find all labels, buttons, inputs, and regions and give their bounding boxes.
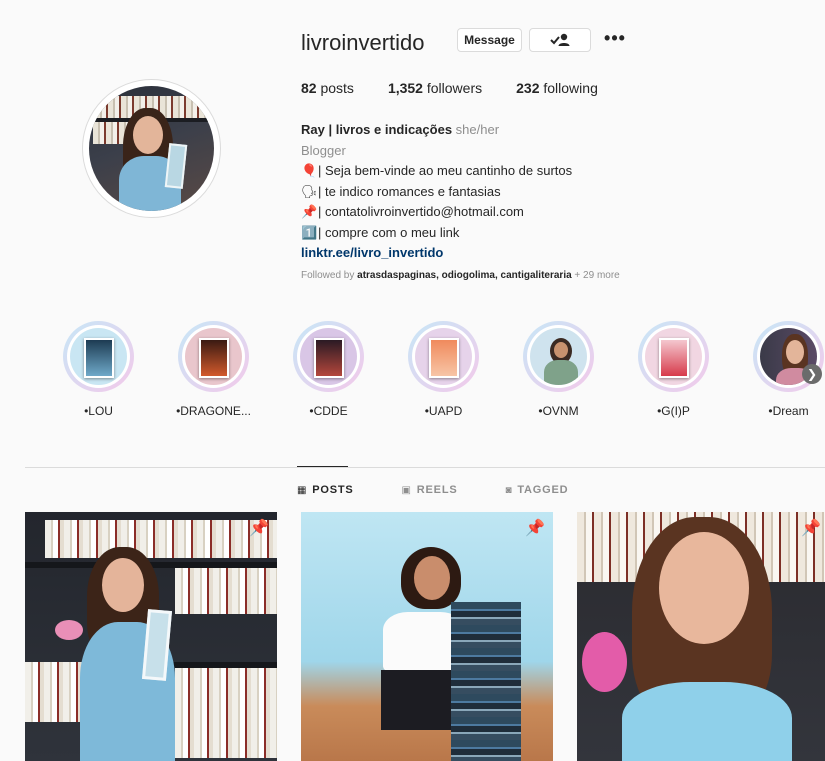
highlight-cover — [415, 328, 472, 385]
following-button[interactable] — [529, 28, 591, 52]
highlight-label: •LOU — [84, 404, 113, 418]
posts-stat: 82 posts — [301, 80, 354, 96]
pushpin-icon: 📌 — [301, 204, 318, 219]
highlight-label: •DRAGONE... — [176, 404, 251, 418]
tab-tagged[interactable]: ◙ TAGGED — [505, 484, 568, 496]
highlight-label: •OVNM — [538, 404, 579, 418]
chevron-right-icon[interactable]: ❯ — [802, 364, 822, 384]
keycap-one-icon: 1️⃣ — [301, 224, 318, 240]
followers-stat[interactable]: 1,352 followers — [388, 80, 482, 96]
pin-icon: 📌 — [801, 520, 821, 537]
pin-icon: 📌 — [249, 520, 269, 537]
highlight-cover — [645, 328, 702, 385]
active-tab-indicator — [297, 466, 348, 467]
highlight-item[interactable]: •OVNM — [523, 321, 594, 418]
message-button[interactable]: Message — [457, 28, 522, 52]
post-thumbnail[interactable]: 📌 — [25, 512, 277, 761]
profile-tabs: ▦ POSTS ▣ REELS ◙ TAGGED — [297, 484, 568, 496]
highlight-cover — [70, 328, 127, 385]
highlight-cover — [185, 328, 242, 385]
bio-line: 🎈| Seja bem-vinde ao meu cantinho de sur… — [301, 161, 721, 182]
highlight-label: •G(I)P — [657, 404, 690, 418]
more-options-button[interactable]: ••• — [600, 26, 630, 50]
tagged-icon: ◙ — [505, 484, 513, 496]
balloon-icon: 🎈 — [301, 163, 318, 178]
tabs-divider — [25, 467, 825, 468]
bio-line: 📌| contatolivroinvertido@hotmail.com — [301, 202, 721, 223]
tab-reels[interactable]: ▣ REELS — [402, 484, 458, 496]
person-check-icon — [550, 33, 570, 46]
highlight-label: •Dream — [768, 404, 809, 418]
bio-line: 1️⃣| compre com o meu link — [301, 223, 721, 244]
profile-display-name: Ray | livros e indicações — [301, 122, 453, 137]
profile-stats: 82 posts 1,352 followers 232 following — [301, 80, 598, 96]
posts-grid: 📌 📌 📌 — [25, 512, 825, 761]
profile-category: Blogger — [301, 142, 346, 158]
tab-posts[interactable]: ▦ POSTS — [297, 484, 354, 496]
bio-link[interactable]: linktr.ee/livro_invertido — [301, 245, 443, 260]
grid-icon: ▦ — [297, 484, 308, 496]
highlight-cover — [300, 328, 357, 385]
post-thumbnail[interactable]: 📌 — [301, 512, 553, 761]
highlight-item[interactable]: •CDDE — [293, 321, 364, 418]
story-highlights: •LOU •DRAGONE... •CDDE •UAPD •OVNM •G(I)… — [63, 321, 824, 418]
speaking-head-icon: 🗣 — [301, 183, 318, 199]
followed-by[interactable]: Followed by atrasdaspaginas, odiogolima,… — [301, 270, 620, 281]
profile-avatar[interactable] — [82, 79, 221, 218]
following-stat[interactable]: 232 following — [516, 80, 598, 96]
bio-line: 🗣| te indico romances e fantasias — [301, 182, 721, 203]
highlight-label: •CDDE — [309, 404, 348, 418]
post-thumbnail[interactable]: 📌 — [577, 512, 825, 761]
profile-pronouns: she/her — [455, 122, 500, 137]
highlight-cover — [530, 328, 587, 385]
highlight-item[interactable]: •DRAGONE... — [176, 321, 251, 418]
profile-username: livroinvertido — [301, 30, 425, 55]
reels-icon: ▣ — [401, 484, 412, 496]
highlight-label: •UAPD — [424, 404, 463, 418]
highlight-item[interactable]: •G(I)P — [638, 321, 709, 418]
highlight-item[interactable]: •UAPD — [408, 321, 479, 418]
pin-icon: 📌 — [525, 520, 545, 537]
profile-bio: Ray | livros e indicações she/her Blogge… — [301, 120, 721, 264]
highlight-item[interactable]: •LOU — [63, 321, 134, 418]
avatar-image — [89, 86, 214, 211]
